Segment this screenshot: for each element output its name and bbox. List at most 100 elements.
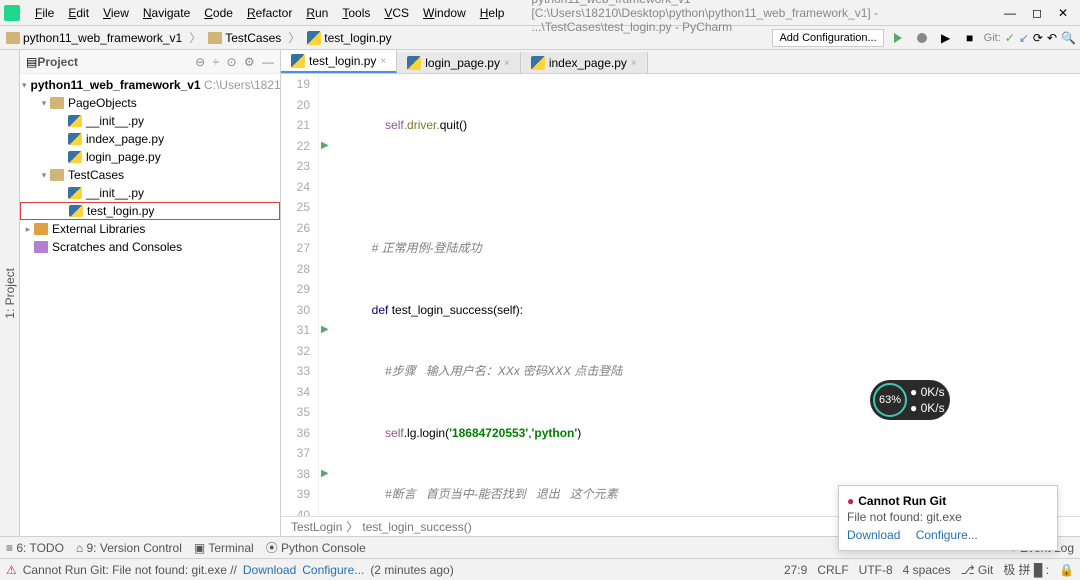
close-button[interactable]: ✕ xyxy=(1058,6,1068,20)
encoding[interactable]: UTF-8 xyxy=(859,563,893,577)
menu-code[interactable]: Code xyxy=(197,3,240,23)
commit-icon[interactable]: ✓ xyxy=(1005,31,1015,45)
menu-navigate[interactable]: Navigate xyxy=(136,3,197,23)
menu-file[interactable]: File xyxy=(28,3,61,23)
todo-tool[interactable]: ≡ 6: TODO xyxy=(6,541,64,555)
menu-view[interactable]: View xyxy=(96,3,136,23)
collapse-all-icon[interactable]: ⊖ xyxy=(195,55,205,69)
editor-tabs: test_login.py×login_page.py×index_page.p… xyxy=(281,50,1080,74)
folder-icon xyxy=(50,169,64,181)
lock-icon[interactable]: 🔒 xyxy=(1059,563,1074,577)
configure-link[interactable]: Configure... xyxy=(302,563,364,577)
folder-icon xyxy=(208,32,222,44)
hide-icon[interactable]: — xyxy=(262,55,274,69)
menu-run[interactable]: Run xyxy=(299,3,335,23)
maximize-button[interactable]: ◻ xyxy=(1032,6,1042,20)
scratches-icon xyxy=(34,241,48,253)
line-sep[interactable]: CRLF xyxy=(817,563,848,577)
net-up: ● 0K/s xyxy=(910,385,945,399)
menu-refactor[interactable]: Refactor xyxy=(240,3,299,23)
settings-icon[interactable]: ⚙ xyxy=(244,55,255,69)
folder-icon xyxy=(6,32,20,44)
crumb-method[interactable]: test_login_success() xyxy=(362,520,471,534)
python-file-icon xyxy=(68,151,82,163)
tree-file[interactable]: __init__.py xyxy=(20,184,280,202)
terminal-tool[interactable]: ▣ Terminal xyxy=(194,541,254,555)
git-branch[interactable]: ⎇ Git xyxy=(961,563,994,577)
tree-scratches[interactable]: Scratches and Consoles xyxy=(20,238,280,256)
structure-tool-tab[interactable]: ⚡ 7: Structure xyxy=(0,440,1,536)
editor-tab[interactable]: login_page.py× xyxy=(397,52,521,73)
breadcrumb-root[interactable]: python11_web_framework_v1 xyxy=(4,29,184,47)
menu-help[interactable]: Help xyxy=(473,3,512,23)
status-time: (2 minutes ago) xyxy=(370,563,453,577)
python-file-icon xyxy=(68,133,82,145)
tree-folder-testcases[interactable]: ▾TestCases xyxy=(20,166,280,184)
search-everywhere-icon[interactable]: 🔍 xyxy=(1061,31,1076,45)
caret-position[interactable]: 27:9 xyxy=(784,563,807,577)
editor-area: test_login.py×login_page.py×index_page.p… xyxy=(281,50,1080,536)
revert-icon[interactable]: ↶ xyxy=(1047,31,1057,45)
crumb-class[interactable]: TestLogin xyxy=(291,520,342,534)
tree-label: python11_web_framework_v1 xyxy=(31,78,201,92)
menu-vcs[interactable]: VCS xyxy=(377,3,416,23)
breadcrumb-label: TestCases xyxy=(225,31,281,45)
tree-file[interactable]: index_page.py xyxy=(20,130,280,148)
ime-indicator[interactable]: 极 拼 █ : xyxy=(1003,561,1049,578)
python-file-icon xyxy=(531,56,545,70)
network-monitor-widget[interactable]: 63% ● 0K/s ● 0K/s xyxy=(870,380,950,420)
run-gutter-icon[interactable]: ▶ xyxy=(321,468,329,479)
run-gutter-icon[interactable]: ▶ xyxy=(321,324,329,335)
vcs-tool[interactable]: ⌂ 9: Version Control xyxy=(76,541,182,555)
run-with-coverage-button[interactable]: ▶ xyxy=(936,28,956,48)
breadcrumb-label: python11_web_framework_v1 xyxy=(23,31,182,45)
git-label: Git: xyxy=(984,32,1001,44)
breadcrumb-file[interactable]: test_login.py xyxy=(305,29,393,47)
folder-icon xyxy=(50,97,64,109)
expand-icon[interactable]: ÷ xyxy=(213,55,220,69)
python-file-icon xyxy=(69,205,83,217)
editor-tab[interactable]: index_page.py× xyxy=(521,52,648,73)
download-link[interactable]: Download xyxy=(243,563,296,577)
play-icon xyxy=(894,33,902,43)
code-editor[interactable]: 1920212223242526272829303132333435363738… xyxy=(281,74,1080,516)
notif-configure-link[interactable]: Configure... xyxy=(916,528,978,542)
tree-file[interactable]: __init__.py xyxy=(20,112,280,130)
window-controls: — ◻ ✕ xyxy=(1004,6,1076,20)
project-tool-tab[interactable]: 1: Project xyxy=(1,260,19,327)
indent[interactable]: 4 spaces xyxy=(903,563,951,577)
python-file-icon xyxy=(68,187,82,199)
run-configuration-dropdown[interactable]: Add Configuration... xyxy=(772,29,883,47)
close-tab-icon[interactable]: × xyxy=(380,56,386,67)
code-lines[interactable]: self.driver.quit() # 正常用例-登陆成功 def test_… xyxy=(333,74,1080,516)
python-file-icon xyxy=(68,115,82,127)
menu-edit[interactable]: Edit xyxy=(61,3,96,23)
minimize-button[interactable]: — xyxy=(1004,6,1016,20)
debug-button[interactable] xyxy=(912,28,932,48)
menu-tools[interactable]: Tools xyxy=(335,3,377,23)
stop-button[interactable]: ■ xyxy=(960,28,980,48)
update-icon[interactable]: ↙ xyxy=(1019,31,1029,45)
tree-external-libs[interactable]: ▸External Libraries xyxy=(20,220,280,238)
close-tab-icon[interactable]: × xyxy=(631,58,637,69)
breadcrumb-folder[interactable]: TestCases xyxy=(206,29,283,47)
tree-file[interactable]: login_page.py xyxy=(20,148,280,166)
menu-window[interactable]: Window xyxy=(416,3,473,23)
tree-label: __init__.py xyxy=(86,114,144,128)
tree-label: __init__.py xyxy=(86,186,144,200)
run-button[interactable] xyxy=(888,28,908,48)
notif-download-link[interactable]: Download xyxy=(847,528,900,542)
close-tab-icon[interactable]: × xyxy=(504,58,510,69)
tree-folder-pageobjects[interactable]: ▾PageObjects xyxy=(20,94,280,112)
tree-root[interactable]: ▾python11_web_framework_v1 C:\Users\1821… xyxy=(20,76,280,94)
main-menu: FileEditViewNavigateCodeRefactorRunTools… xyxy=(28,6,511,20)
python-console-tool[interactable]: ⦿ Python Console xyxy=(266,539,366,556)
locate-icon[interactable]: ⊙ xyxy=(226,55,236,69)
notif-body: File not found: git.exe xyxy=(847,510,1049,524)
tree-label: PageObjects xyxy=(68,96,137,110)
history-icon[interactable]: ⟳ xyxy=(1033,31,1043,45)
project-view-icon[interactable]: ▤ xyxy=(26,55,37,69)
tree-file-selected[interactable]: test_login.py xyxy=(20,202,280,220)
run-gutter-icon[interactable]: ▶ xyxy=(321,140,329,151)
editor-tab[interactable]: test_login.py× xyxy=(281,50,397,73)
